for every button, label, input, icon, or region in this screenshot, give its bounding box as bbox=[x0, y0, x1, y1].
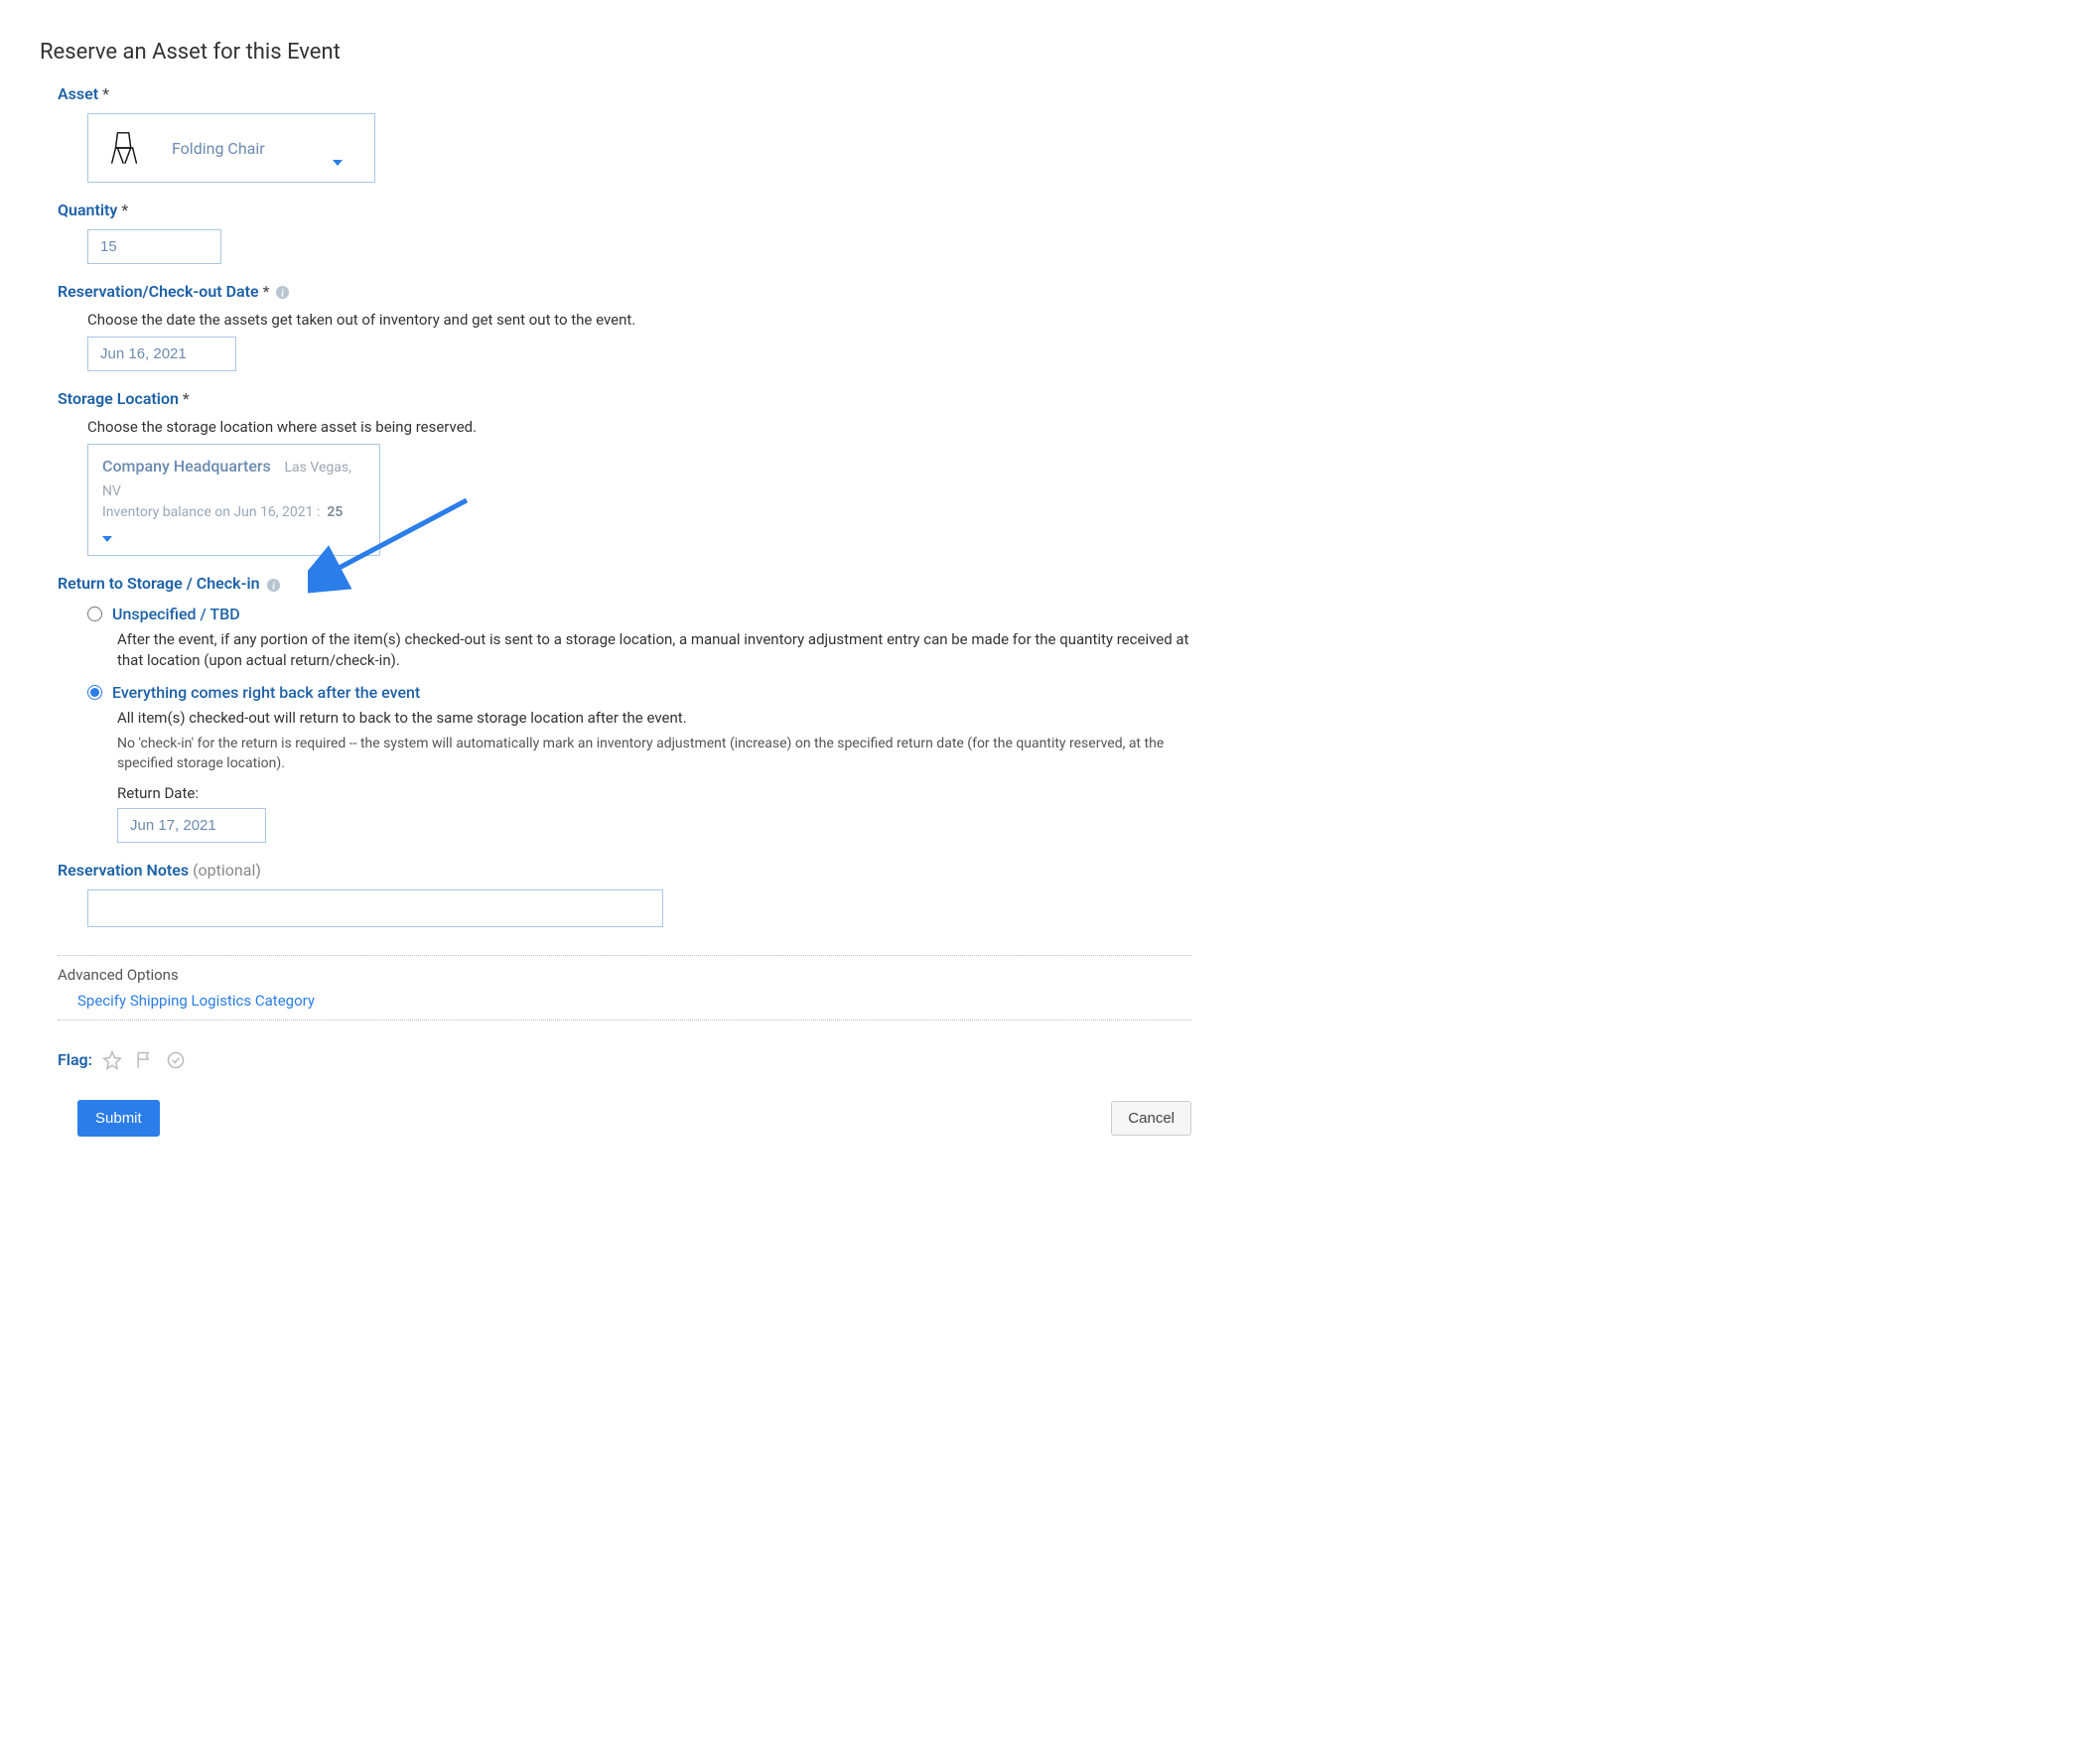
caret-down-icon bbox=[333, 152, 343, 170]
storage-balance: Inventory balance on Jun 16, 2021 : 25 bbox=[102, 502, 365, 524]
notes-input[interactable] bbox=[87, 889, 663, 927]
advanced-options-title: Advanced Options bbox=[58, 966, 1191, 984]
radio-everything[interactable] bbox=[87, 685, 102, 700]
divider bbox=[58, 955, 1191, 956]
radio-everything-desc2: No 'check-in' for the return is required… bbox=[117, 735, 1191, 773]
radio-unspecified[interactable] bbox=[87, 607, 102, 621]
radio-everything-desc1: All item(s) checked-out will return to b… bbox=[117, 708, 1191, 729]
checkout-date-input[interactable] bbox=[87, 337, 236, 371]
quantity-input[interactable] bbox=[87, 229, 221, 264]
storage-label: Storage Location * bbox=[58, 389, 1191, 408]
cancel-button[interactable]: Cancel bbox=[1111, 1101, 1191, 1136]
checkout-helper: Choose the date the assets get taken out… bbox=[87, 311, 1191, 329]
storage-helper: Choose the storage location where asset … bbox=[87, 418, 1191, 436]
return-date-label: Return Date: bbox=[117, 784, 1191, 802]
radio-everything-label: Everything comes right back after the ev… bbox=[112, 683, 420, 702]
divider bbox=[58, 1019, 1191, 1020]
radio-unspecified-label: Unspecified / TBD bbox=[112, 605, 240, 623]
page-title: Reserve an Asset for this Event bbox=[40, 40, 1191, 65]
notes-label: Reservation Notes (optional) bbox=[58, 861, 1191, 880]
radio-unspecified-desc: After the event, if any portion of the i… bbox=[117, 629, 1191, 671]
svg-text:i: i bbox=[272, 581, 275, 592]
star-icon[interactable] bbox=[102, 1050, 122, 1070]
flag-icon[interactable] bbox=[134, 1050, 154, 1070]
svg-text:i: i bbox=[282, 289, 285, 300]
quantity-label: Quantity * bbox=[58, 201, 1191, 219]
info-icon: i bbox=[266, 578, 281, 593]
storage-select[interactable]: Company Headquarters Las Vegas, NV Inven… bbox=[87, 444, 380, 556]
asset-label: Asset * bbox=[58, 84, 1191, 103]
info-icon: i bbox=[275, 285, 290, 300]
caret-down-icon bbox=[102, 526, 365, 549]
return-date-input[interactable] bbox=[117, 808, 266, 843]
asset-selected-name: Folding Chair bbox=[172, 139, 265, 158]
return-label: Return to Storage / Check-in i bbox=[58, 574, 1191, 593]
submit-button[interactable]: Submit bbox=[77, 1100, 160, 1137]
check-circle-icon[interactable] bbox=[166, 1050, 186, 1070]
storage-name: Company Headquarters bbox=[102, 457, 271, 475]
advanced-link[interactable]: Specify Shipping Logistics Category bbox=[77, 992, 1191, 1010]
checkout-date-label: Reservation/Check-out Date * i bbox=[58, 282, 1191, 301]
asset-select[interactable]: Folding Chair bbox=[87, 113, 375, 183]
chair-icon bbox=[106, 129, 144, 167]
flag-label: Flag: bbox=[58, 1050, 92, 1069]
